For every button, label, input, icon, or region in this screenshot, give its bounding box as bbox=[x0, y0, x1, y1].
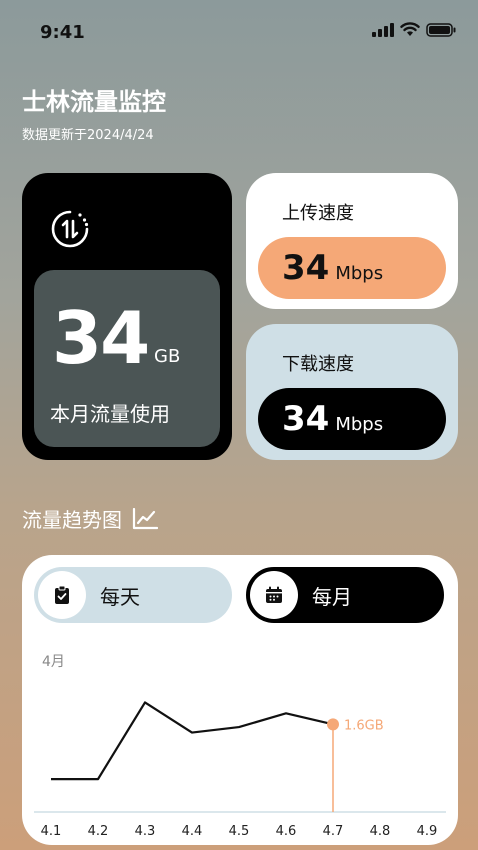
usage-panel: 34 GB 本月流量使用 bbox=[34, 270, 220, 447]
upload-speed-card[interactable]: 上传速度 34 Mbps bbox=[246, 173, 458, 309]
calendar-icon bbox=[266, 586, 282, 603]
traffic-chart-card: 每天 每月 4月 1.6GB 4.1 4.2 4.3 4.4 4.5 4.6 4.7 4.8 4.… bbox=[22, 555, 458, 845]
status-icons bbox=[372, 22, 456, 37]
traffic-line-chart: 1.6GB 4.1 4.2 4.3 4.4 4.5 4.6 4.7 4.8 4.9 bbox=[34, 701, 446, 839]
x-tick-label: 4.5 bbox=[229, 824, 250, 839]
daily-icon-wrap bbox=[38, 571, 86, 619]
trend-section-title: 流量趋势图 bbox=[22, 504, 158, 533]
x-tick-label: 4.9 bbox=[417, 824, 438, 839]
x-tick-label: 4.7 bbox=[323, 824, 344, 839]
monthly-usage-card[interactable]: 34 GB 本月流量使用 bbox=[22, 173, 232, 460]
upload-speed-pill: 34 Mbps bbox=[258, 237, 446, 299]
x-tick-label: 4.6 bbox=[276, 824, 297, 839]
monthly-toggle-button[interactable]: 每月 bbox=[246, 567, 444, 623]
x-tick-label: 4.2 bbox=[88, 824, 109, 839]
highlight-value-label: 1.6GB bbox=[344, 718, 384, 733]
status-bar: 9:41 bbox=[0, 0, 478, 60]
battery-icon bbox=[426, 22, 456, 37]
download-speed-card[interactable]: 下载速度 34 Mbps bbox=[246, 324, 458, 460]
daily-toggle-button[interactable]: 每天 bbox=[34, 567, 232, 623]
usage-value: 34 bbox=[52, 296, 150, 380]
status-time: 9:41 bbox=[40, 22, 85, 43]
update-timestamp: 数据更新于2024/4/24 bbox=[22, 128, 154, 143]
download-speed-title: 下载速度 bbox=[282, 354, 354, 375]
page-title: 士林流量监控 bbox=[22, 88, 166, 116]
x-tick-label: 4.1 bbox=[41, 824, 62, 839]
download-speed-pill: 34 Mbps bbox=[258, 388, 446, 450]
usage-unit: GB bbox=[154, 346, 181, 367]
monthly-toggle-label: 每月 bbox=[312, 584, 352, 609]
x-tick-label: 4.3 bbox=[135, 824, 156, 839]
x-tick-label: 4.8 bbox=[370, 824, 391, 839]
x-tick-label: 4.4 bbox=[182, 824, 203, 839]
usage-label: 本月流量使用 bbox=[50, 402, 170, 426]
signal-icon bbox=[372, 22, 394, 37]
clipboard-check-icon bbox=[55, 585, 69, 604]
transfer-icon bbox=[51, 210, 89, 248]
line-chart-icon bbox=[132, 507, 158, 529]
wifi-icon bbox=[400, 22, 420, 36]
download-speed-unit: Mbps bbox=[335, 413, 384, 435]
daily-toggle-label: 每天 bbox=[100, 584, 140, 609]
series-line bbox=[51, 701, 334, 781]
upload-speed-unit: Mbps bbox=[335, 262, 384, 284]
monthly-icon-wrap bbox=[250, 571, 298, 619]
upload-speed-title: 上传速度 bbox=[282, 203, 354, 224]
highlight-point bbox=[327, 718, 339, 731]
upload-speed-value: 34 bbox=[282, 248, 330, 288]
trend-title-text: 流量趋势图 bbox=[22, 508, 122, 532]
download-speed-value: 34 bbox=[282, 399, 330, 439]
